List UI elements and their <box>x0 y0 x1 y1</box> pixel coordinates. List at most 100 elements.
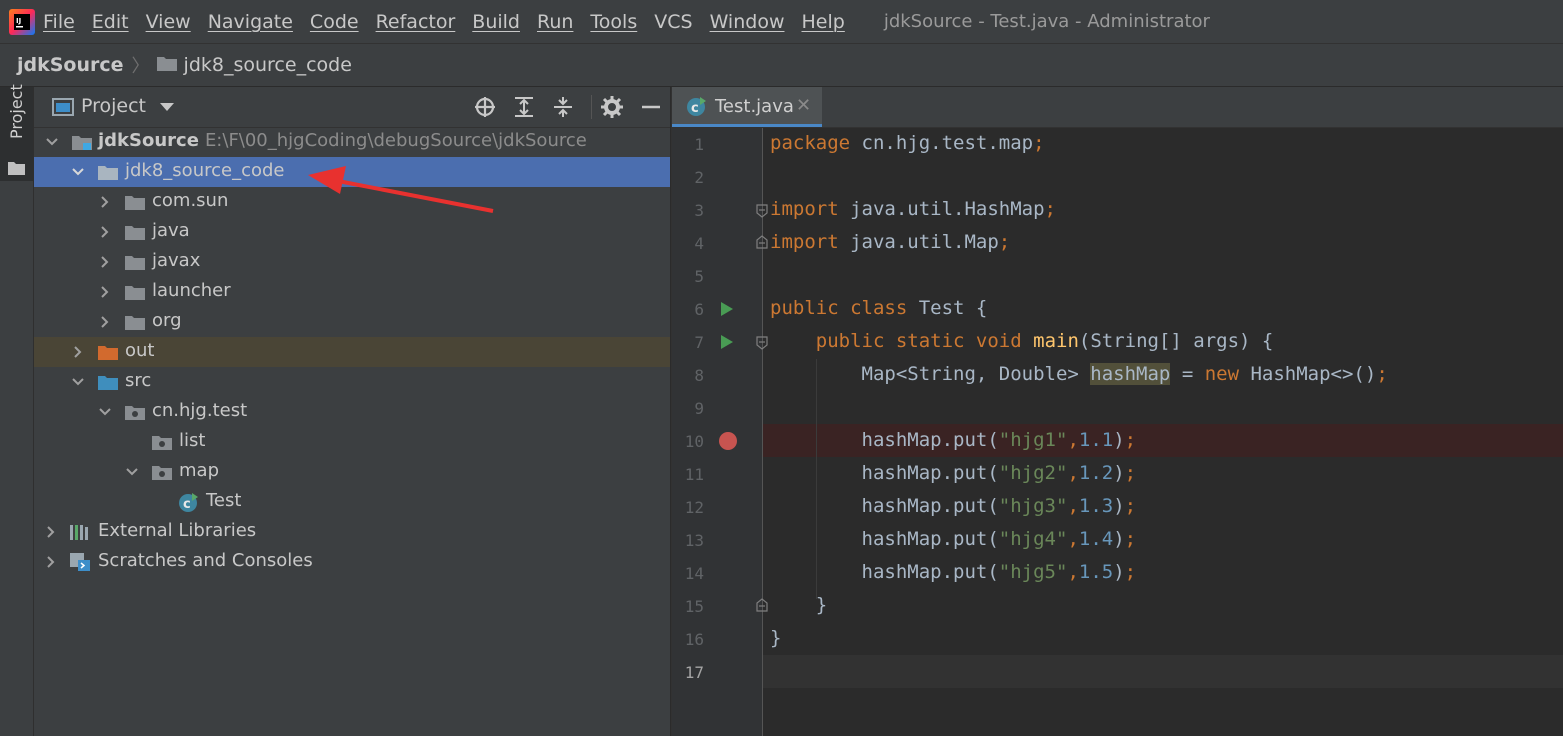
chevron-down-icon[interactable] <box>98 405 112 419</box>
code-line: 16 } <box>672 623 1563 656</box>
tree-item-test-class[interactable]: c Test <box>34 487 670 517</box>
tree-item-label: org <box>152 310 182 331</box>
line-number: 11 <box>684 465 704 484</box>
tab-test-java[interactable]: c Test.java ✕ <box>672 87 822 127</box>
tree-item-src[interactable]: src <box>34 367 670 397</box>
tree-item-map[interactable]: map <box>34 457 670 487</box>
breadcrumb-folder[interactable]: jdk8_source_code <box>184 54 352 76</box>
chevron-right-icon[interactable] <box>98 195 112 209</box>
line-number: 13 <box>684 531 704 550</box>
line-number: 2 <box>694 168 704 187</box>
folder-icon <box>98 166 118 180</box>
code-line: 17 <box>672 656 1563 689</box>
menu-window[interactable]: Window <box>710 11 785 33</box>
chevron-down-icon[interactable] <box>160 103 174 111</box>
project-panel-header: Project <box>34 87 670 128</box>
folder-icon <box>156 55 178 76</box>
gear-icon[interactable] <box>600 95 624 119</box>
chevron-down-icon[interactable] <box>71 375 85 389</box>
menu-view[interactable]: View <box>146 11 191 33</box>
tree-item-org[interactable]: org <box>34 307 670 337</box>
breakpoint-icon[interactable] <box>718 431 738 451</box>
chevron-down-icon[interactable] <box>45 135 59 149</box>
chevron-right-icon: 〉 <box>131 56 150 77</box>
line-number: 17 <box>684 663 704 682</box>
line-number: 7 <box>694 333 704 352</box>
source-folder-icon <box>98 376 118 390</box>
chevron-right-icon[interactable] <box>44 555 58 569</box>
code-line: 13 hashMap.put("hjg4",1.4); <box>672 524 1563 557</box>
toolbar-divider <box>591 95 592 119</box>
code-line: 1 package cn.hjg.test.map; <box>672 128 1563 161</box>
excluded-folder-icon <box>98 346 118 360</box>
chevron-right-icon[interactable] <box>44 525 58 539</box>
tree-item-launcher[interactable]: launcher <box>34 277 670 307</box>
menu-build[interactable]: Build <box>472 11 520 33</box>
code-line: 8 Map<String, Double> hashMap = new Hash… <box>672 359 1563 392</box>
menu-run[interactable]: Run <box>537 11 573 33</box>
chevron-right-icon[interactable] <box>98 255 112 269</box>
menu-navigate[interactable]: Navigate <box>208 11 293 33</box>
project-tool-button[interactable]: Project <box>0 84 33 181</box>
code-line: 3 import java.util.HashMap; <box>672 194 1563 227</box>
folder-icon <box>8 162 25 175</box>
fold-icon[interactable] <box>756 204 768 218</box>
tree-item-list[interactable]: list <box>34 427 670 457</box>
collapse-all-icon[interactable] <box>551 95 575 119</box>
line-number: 5 <box>694 267 704 286</box>
line-number: 9 <box>694 399 704 418</box>
tree-item-label: launcher <box>152 280 231 301</box>
tree-item-java[interactable]: java <box>34 217 670 247</box>
tree-item-label: Scratches and Consoles <box>98 550 313 571</box>
tool-window-strip: Project <box>0 84 34 736</box>
tree-item-jdk8-source-code[interactable]: jdk8_source_code <box>34 157 670 187</box>
menu-file[interactable]: File <box>43 11 75 33</box>
tree-item-scratches[interactable]: Scratches and Consoles <box>34 547 670 577</box>
intellij-idea-icon: IJ <box>9 8 35 35</box>
line-number: 10 <box>684 432 704 451</box>
tree-item-out[interactable]: out <box>34 337 670 367</box>
close-icon[interactable]: ✕ <box>796 95 811 116</box>
tree-item-label: map <box>179 460 219 481</box>
java-class-icon: c <box>687 97 706 116</box>
menu-refactor[interactable]: Refactor <box>376 11 456 33</box>
run-icon[interactable] <box>720 301 734 317</box>
chevron-right-icon[interactable] <box>98 285 112 299</box>
locate-icon[interactable] <box>473 95 497 119</box>
tree-item-label: javax <box>152 250 201 271</box>
fold-end-icon[interactable] <box>756 598 768 612</box>
tree-item-jdksource[interactable]: jdkSource E:\F\00_hjgCoding\debugSource\j… <box>34 127 670 157</box>
menu-vcs[interactable]: VCS <box>654 11 692 33</box>
tree-item-path: E:\F\00_hjgCoding\debugSource\jdkSource <box>204 130 587 151</box>
project-panel-title[interactable]: Project <box>81 95 146 117</box>
breadcrumb: jdkSource 〉 jdk8_source_code <box>0 44 1563 87</box>
menu-edit[interactable]: Edit <box>92 11 129 33</box>
chevron-right-icon[interactable] <box>71 345 85 359</box>
code-line: 11 hashMap.put("hjg2",1.2); <box>672 458 1563 491</box>
run-icon[interactable] <box>720 334 734 350</box>
tree-item-cn-hjg-test[interactable]: cn.hjg.test <box>34 397 670 427</box>
fold-icon[interactable] <box>756 336 768 350</box>
chevron-right-icon[interactable] <box>98 315 112 329</box>
line-number: 16 <box>684 630 704 649</box>
tab-label: Test.java <box>715 96 794 117</box>
breadcrumb-root[interactable]: jdkSource <box>17 54 124 76</box>
tree-item-javax[interactable]: javax <box>34 247 670 277</box>
chevron-down-icon[interactable] <box>71 165 85 179</box>
tree-item-label: External Libraries <box>98 520 257 541</box>
chevron-down-icon[interactable] <box>125 465 139 479</box>
expand-all-icon[interactable] <box>512 95 536 119</box>
menu-code[interactable]: Code <box>310 11 359 33</box>
code-line: 15 } <box>672 590 1563 623</box>
tree-item-external-libraries[interactable]: External Libraries <box>34 517 670 547</box>
tree-item-com-sun[interactable]: com.sun <box>34 187 670 217</box>
chevron-right-icon[interactable] <box>98 225 112 239</box>
menu-help[interactable]: Help <box>801 11 844 33</box>
minimize-icon[interactable] <box>639 95 663 119</box>
fold-end-icon[interactable] <box>756 235 768 249</box>
editor-tab-bar: c Test.java ✕ <box>672 87 1563 128</box>
tree-item-label: list <box>179 430 206 451</box>
tree-item-label: com.sun <box>152 190 229 211</box>
menu-tools[interactable]: Tools <box>590 11 637 33</box>
project-panel: Project jdkSource E:\F\00_hjgCoding\debug… <box>34 87 670 736</box>
